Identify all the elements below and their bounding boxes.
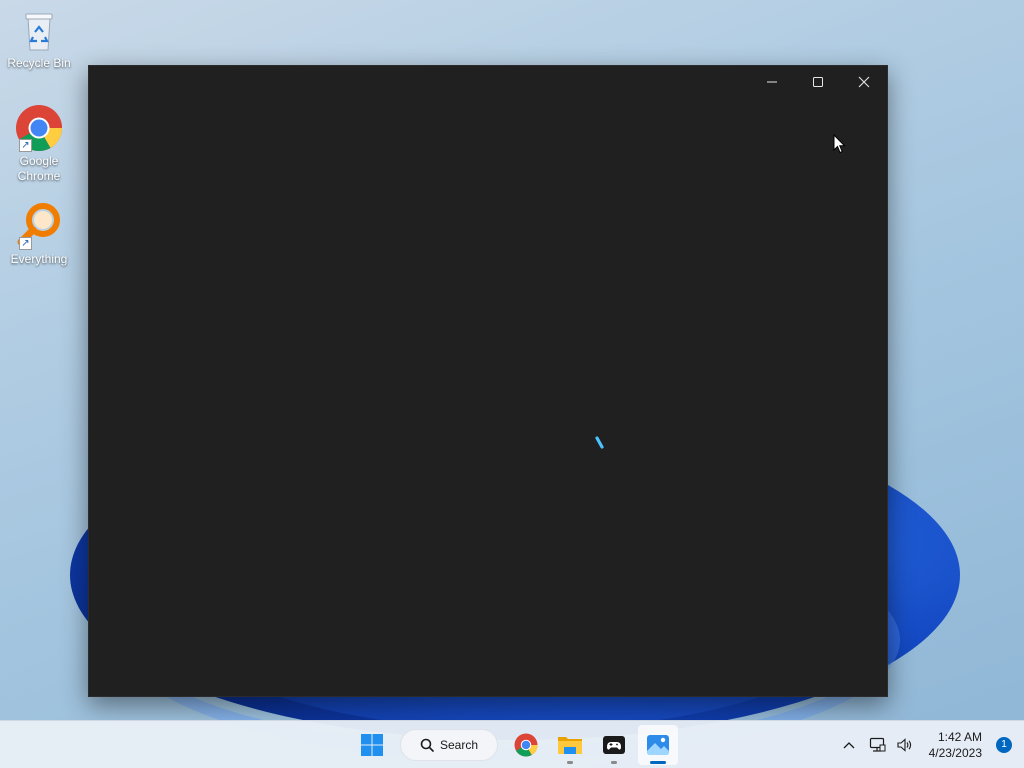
taskbar: Search 1:42 AM 4/23/2023 1 bbox=[0, 720, 1024, 768]
chrome-icon: ↗ bbox=[15, 104, 63, 152]
taskbar-app-chrome[interactable] bbox=[506, 725, 546, 765]
network-icon bbox=[869, 737, 886, 752]
chrome-icon bbox=[514, 733, 538, 757]
shortcut-arrow-icon: ↗ bbox=[19, 237, 32, 250]
loading-spinner-icon bbox=[595, 436, 604, 449]
desktop-icon-label: Google Chrome bbox=[17, 154, 61, 183]
desktop-icon-everything[interactable]: ↗ Everything bbox=[4, 202, 74, 267]
maximize-button[interactable] bbox=[795, 66, 841, 98]
taskbar-app-photos[interactable] bbox=[638, 725, 678, 765]
recycle-bin-icon bbox=[15, 6, 63, 54]
chevron-up-icon bbox=[843, 742, 855, 749]
clock-date: 4/23/2023 bbox=[928, 746, 982, 760]
speaker-icon bbox=[897, 738, 911, 752]
system-tray: 1:42 AM 4/23/2023 1 bbox=[835, 721, 1024, 768]
network-button[interactable] bbox=[863, 729, 891, 761]
taskbar-app-file-explorer[interactable] bbox=[550, 725, 590, 765]
shortcut-arrow-icon: ↗ bbox=[19, 139, 32, 152]
running-indicator bbox=[611, 761, 617, 764]
window-controls bbox=[749, 66, 887, 98]
minimize-icon bbox=[767, 81, 777, 83]
mouse-pointer-icon bbox=[833, 134, 846, 154]
minimize-button[interactable] bbox=[749, 66, 795, 98]
app-window[interactable] bbox=[88, 65, 888, 697]
photos-icon bbox=[647, 735, 669, 755]
desktop-icon-label: Recycle Bin bbox=[7, 56, 71, 70]
desktop: Recycle Bin ↗ Google Chrome ↗ Everything… bbox=[0, 0, 1024, 768]
start-button[interactable] bbox=[352, 725, 392, 765]
running-indicator bbox=[567, 761, 573, 764]
desktop-icon-label: Everything bbox=[10, 252, 68, 266]
maximize-icon bbox=[813, 77, 823, 87]
gamepad-icon bbox=[603, 736, 625, 754]
notification-badge[interactable]: 1 bbox=[996, 737, 1012, 753]
show-hidden-icons-button[interactable] bbox=[835, 729, 863, 761]
clock[interactable]: 1:42 AM 4/23/2023 bbox=[919, 729, 990, 761]
taskbar-center: Search bbox=[352, 721, 678, 768]
everything-search-icon: ↗ bbox=[15, 202, 63, 250]
file-explorer-icon bbox=[558, 737, 582, 754]
search-icon bbox=[420, 738, 434, 752]
desktop-icon-recycle-bin[interactable]: Recycle Bin bbox=[4, 6, 74, 71]
windows-start-icon bbox=[361, 734, 383, 756]
desktop-icon-google-chrome[interactable]: ↗ Google Chrome bbox=[4, 104, 74, 184]
taskbar-search-button[interactable]: Search bbox=[400, 729, 498, 761]
taskbar-app-game[interactable] bbox=[594, 725, 634, 765]
clock-time: 1:42 AM bbox=[937, 730, 982, 744]
active-indicator bbox=[650, 761, 666, 764]
search-label: Search bbox=[439, 738, 479, 752]
close-button[interactable] bbox=[841, 66, 887, 98]
close-icon bbox=[858, 76, 870, 88]
volume-button[interactable] bbox=[891, 729, 919, 761]
